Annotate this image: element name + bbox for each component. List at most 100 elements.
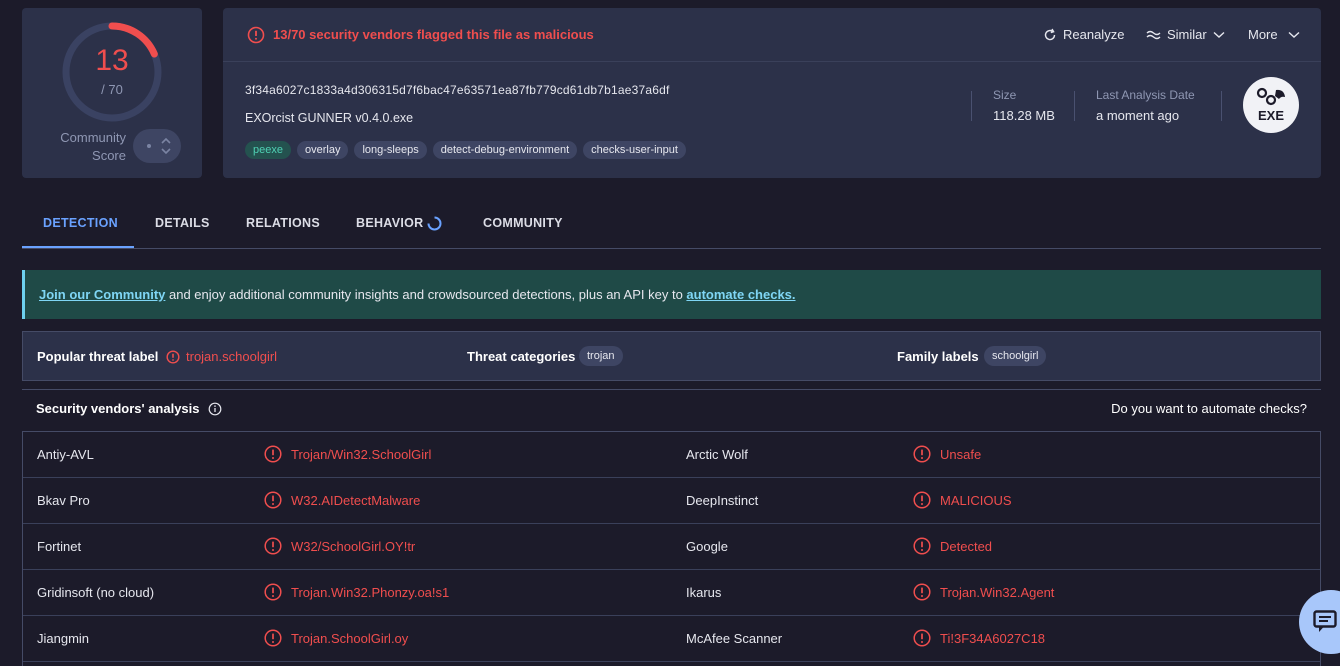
file-type-badge: EXE <box>1243 77 1299 133</box>
alert-circle-icon <box>913 629 931 647</box>
vendor-result: W32/SchoolGirl.OY!tr <box>264 537 415 555</box>
community-score-stepper[interactable] <box>133 129 181 163</box>
vendor-name: Bkav Pro <box>37 493 90 508</box>
vendor-result: Trojan.SchoolGirl.oy <box>264 629 408 647</box>
join-community-link[interactable]: Join our Community <box>39 287 165 302</box>
vendor-name: Antiy-AVL <box>37 447 94 462</box>
tab-detection[interactable]: DETECTION <box>43 216 118 230</box>
detection-alert-text: 13/70 security vendors flagged this file… <box>273 27 594 42</box>
tab-details[interactable]: DETAILS <box>155 216 210 230</box>
file-tags: peexe overlay long-sleeps detect-debug-e… <box>245 141 686 159</box>
vendor-name: Arctic Wolf <box>686 447 748 462</box>
vendor-result-text: MALICIOUS <box>940 492 1012 508</box>
alert-circle-icon <box>264 629 282 647</box>
tag[interactable]: peexe <box>245 141 291 159</box>
vendor-row: Bkav Pro W32.AIDetectMalware DeepInstinct M… <box>23 478 1320 524</box>
score-card: 13 / 70 Community Score <box>22 8 202 178</box>
vendor-result-text: Trojan.SchoolGirl.oy <box>291 630 409 646</box>
alert-circle-icon <box>264 583 282 601</box>
vendors-header: Security vendors' analysis Do you want t… <box>22 389 1321 427</box>
loading-spinner-icon <box>427 216 442 231</box>
automate-checks-link[interactable]: automate checks. <box>686 287 795 302</box>
vendor-name: Ikarus <box>686 585 722 600</box>
automate-checks-prompt[interactable]: Do you want to automate checks? <box>1111 401 1307 416</box>
tab-relations[interactable]: RELATIONS <box>246 216 320 230</box>
popular-threat-text: trojan.schoolgirl <box>186 349 278 364</box>
vendor-row: Jiangmin Trojan.SchoolGirl.oy McAfee Scann… <box>23 616 1320 662</box>
vendor-result-text: W32/SchoolGirl.OY!tr <box>291 538 416 554</box>
vendor-result: Trojan.Win32.Phonzy.oa!s1 <box>264 583 449 601</box>
vendor-row: Gridinsoft (no cloud) Trojan.Win32.Phonzy… <box>23 570 1320 616</box>
size-value: 118.28 MB <box>993 108 1055 123</box>
divider <box>1221 91 1222 121</box>
vendor-name: Fortinet <box>37 539 82 554</box>
alert-circle-icon <box>913 491 931 509</box>
vendor-result: Ti!3F34A6027C18 <box>913 629 1045 647</box>
tab-community[interactable]: COMMUNITY <box>483 216 563 230</box>
vendor-result: W32.AIDetectMalware <box>264 491 420 509</box>
vendor-result: Unsafe <box>913 445 981 463</box>
vendor-table: Antiy-AVL Trojan/Win32.SchoolGirl Arctic W… <box>22 431 1321 666</box>
vendors-title-text: Security vendors' analysis <box>36 401 200 416</box>
updown-icon <box>161 137 171 155</box>
divider <box>971 91 972 121</box>
file-type-label: EXE <box>1257 108 1284 123</box>
alert-circle-icon <box>264 491 282 509</box>
alert-circle-icon <box>247 26 265 44</box>
active-tab-indicator <box>22 246 134 248</box>
similar-button[interactable]: Similar <box>1146 27 1225 42</box>
tag[interactable]: checks-user-input <box>583 141 686 159</box>
file-info-card: 13/70 security vendors flagged this file… <box>223 8 1321 178</box>
more-label: More <box>1248 27 1278 42</box>
tag[interactable]: detect-debug-environment <box>432 141 578 159</box>
refresh-icon <box>1044 28 1056 40</box>
threat-category-pill[interactable]: trojan <box>579 346 623 366</box>
size-label: Size <box>993 88 1017 102</box>
community-score-label: Community Score <box>60 130 126 163</box>
community-banner: Join our Community and enjoy additional … <box>22 270 1321 319</box>
vendor-name: DeepInstinct <box>686 493 759 508</box>
alert-circle-icon <box>264 537 282 555</box>
tag[interactable]: long-sleeps <box>354 141 427 159</box>
more-button[interactable]: More <box>1248 27 1300 42</box>
last-analysis-label: Last Analysis Date <box>1096 88 1195 102</box>
detection-total: / 70 <box>101 82 123 97</box>
banner-text: and enjoy additional community insights … <box>165 287 687 302</box>
vendor-result-text: Trojan/Win32.SchoolGirl <box>291 446 432 462</box>
vendor-result-text: Trojan.Win32.Phonzy.oa!s1 <box>291 584 450 600</box>
alert-circle-icon <box>913 583 931 601</box>
family-labels-label: Family labels <box>897 349 979 364</box>
alert-circle-icon <box>264 445 282 463</box>
family-label-pill[interactable]: schoolgirl <box>984 346 1047 366</box>
vendor-result: Detected <box>913 537 992 555</box>
popular-threat-value[interactable]: trojan.schoolgirl <box>166 349 277 364</box>
tab-behavior[interactable]: BEHAVIOR <box>356 216 423 230</box>
file-hash[interactable]: 3f34a6027c1833a4d306315d7f6bac47e63571ea… <box>245 83 670 97</box>
alert-circle-icon <box>913 537 931 555</box>
reanalyze-button[interactable]: Reanalyze <box>1043 27 1124 42</box>
vendor-row: Antiy-AVL Trojan/Win32.SchoolGirl Arctic W… <box>23 432 1320 478</box>
vendor-result: MALICIOUS <box>913 491 1012 509</box>
vendors-title: Security vendors' analysis <box>36 401 222 416</box>
last-analysis-value: a moment ago <box>1096 108 1180 123</box>
gears-icon <box>1256 87 1285 106</box>
vendor-name: Jiangmin <box>37 631 90 646</box>
tag[interactable]: overlay <box>296 141 349 159</box>
similar-icon <box>1146 30 1161 39</box>
detection-count: 13 <box>95 44 129 77</box>
alert-row: 13/70 security vendors flagged this file… <box>223 8 1321 62</box>
similar-label: Similar <box>1167 27 1207 42</box>
info-icon[interactable] <box>208 402 222 416</box>
vendor-result-text: Ti!3F34A6027C18 <box>940 630 1046 646</box>
vendor-result-text: Unsafe <box>940 446 982 462</box>
divider <box>1074 91 1075 121</box>
chevron-down-icon <box>1288 31 1300 38</box>
alert-circle-icon <box>913 445 931 463</box>
chevron-down-icon <box>1213 31 1225 38</box>
tab-bar: DETECTION DETAILS RELATIONS BEHAVIOR COM… <box>22 200 1321 249</box>
threat-summary-row: Popular threat label trojan.schoolgirl T… <box>22 331 1321 381</box>
vendor-result-text: W32.AIDetectMalware <box>291 492 421 508</box>
score-dot-icon <box>147 144 151 148</box>
reanalyze-label: Reanalyze <box>1063 27 1125 42</box>
threat-categories-label: Threat categories <box>467 349 576 364</box>
